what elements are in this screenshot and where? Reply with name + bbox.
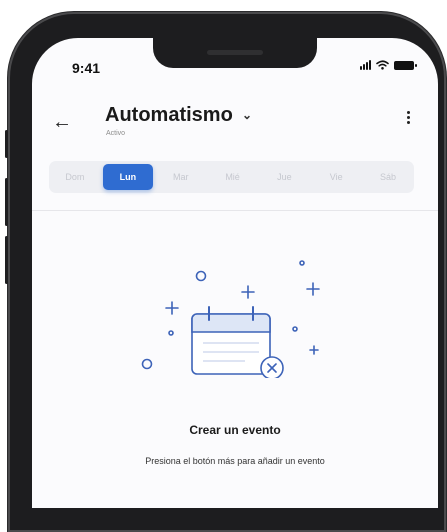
empty-state-description: Presiona el botón más para añadir un eve…	[145, 456, 325, 466]
wifi-icon	[376, 60, 389, 70]
empty-calendar-illustration	[141, 260, 320, 378]
notch	[153, 38, 317, 68]
day-tab-mar[interactable]: Mar	[155, 164, 207, 190]
volume-down-button	[5, 236, 8, 284]
more-options-icon[interactable]	[407, 111, 411, 124]
screen: 9:41 ← Automatismo ⌄ Activo Dom Lun Mar Mié…	[32, 38, 438, 508]
day-tab-mié[interactable]: Mié	[207, 164, 259, 190]
chevron-down-icon[interactable]: ⌄	[242, 108, 252, 122]
battery-icon	[394, 60, 417, 70]
day-selector: Dom Lun Mar Mié Jue Vie Sáb	[49, 161, 414, 193]
phone-frame: 9:41 ← Automatismo ⌄ Activo Dom Lun Mar Mié…	[5, 12, 446, 532]
mute-switch	[5, 130, 8, 158]
back-arrow-icon[interactable]: ←	[52, 112, 72, 132]
day-tab-sáb[interactable]: Sáb	[362, 164, 414, 190]
page-title[interactable]: Automatismo	[105, 104, 233, 127]
status-icons	[360, 60, 417, 70]
status-subtitle: Activo	[106, 130, 126, 137]
status-time: 9:41	[72, 60, 101, 76]
volume-up-button	[5, 178, 8, 226]
divider	[32, 210, 438, 211]
day-tab-dom[interactable]: Dom	[49, 164, 101, 190]
day-tab-lun[interactable]: Lun	[102, 164, 153, 190]
signal-icon	[360, 60, 371, 70]
empty-state-title: Crear un evento	[189, 423, 281, 437]
app-header: ← Automatismo ⌄ Activo	[32, 98, 438, 148]
day-tab-jue[interactable]: Jue	[258, 164, 310, 190]
day-tab-vie[interactable]: Vie	[310, 164, 362, 190]
